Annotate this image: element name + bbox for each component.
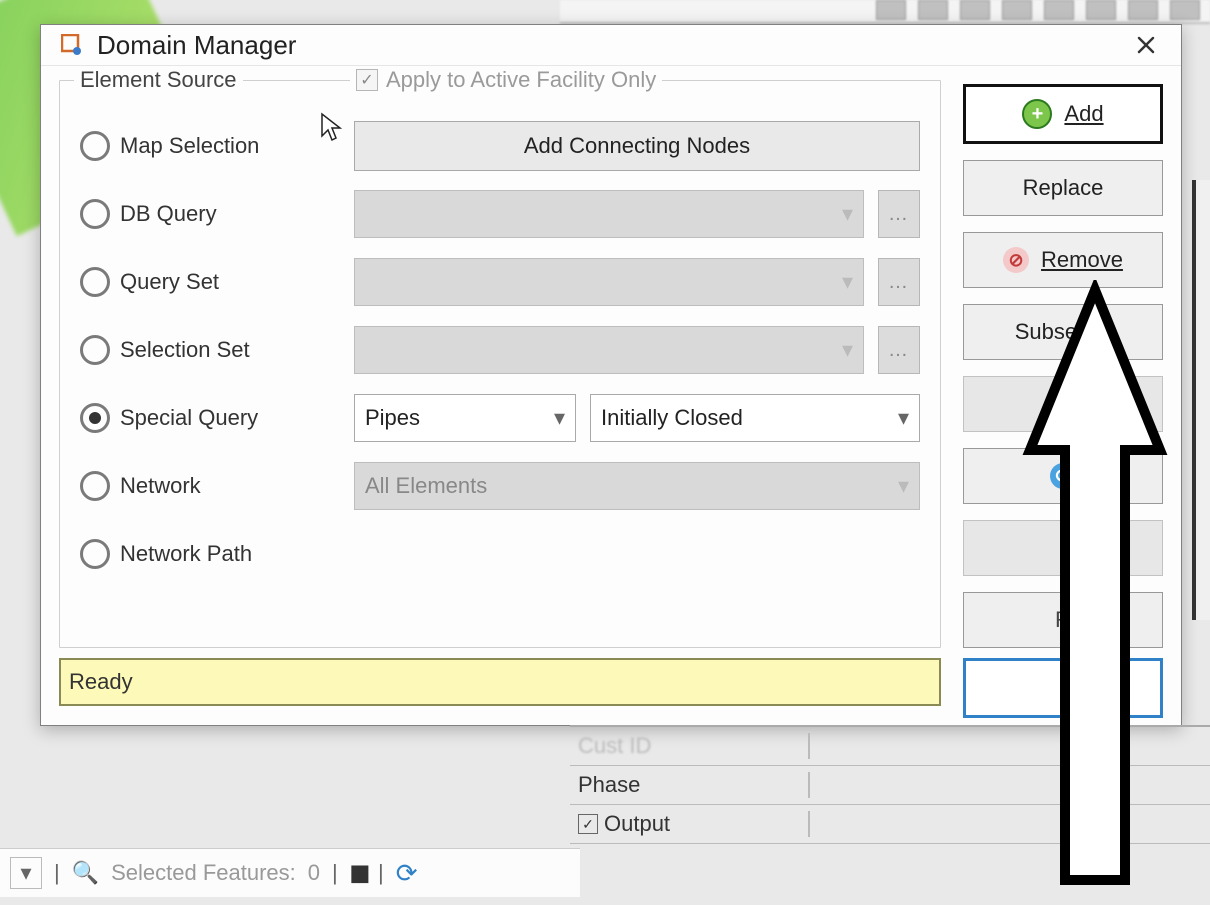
db-query-combo: ▾ (354, 190, 864, 238)
radio-map-selection[interactable]: Map Selection (80, 131, 340, 161)
app-status-bar: ▾ | 🔍 Selected Features: 0 | ▮▮ | ⟳ (0, 848, 580, 897)
dialog-title: Domain Manager (97, 30, 296, 61)
combo-value: All Elements (365, 473, 487, 499)
checkbox-icon: ✓ (356, 69, 378, 91)
radio-icon (80, 131, 110, 161)
radio-label: DB Query (120, 201, 217, 227)
property-row-cust-id[interactable]: Cust ID (570, 727, 1210, 766)
radio-label: Special Query (120, 405, 258, 431)
button-label: R (1055, 607, 1071, 633)
radio-selection-set[interactable]: Selection Set (80, 335, 340, 365)
properties-panel: Cust ID Phase ✓ Output (570, 725, 1210, 844)
button-label: Remove (1041, 247, 1123, 272)
chevron-down-icon: ▾ (842, 337, 853, 363)
radio-label: Selection Set (120, 337, 250, 363)
add-connecting-nodes-button[interactable]: Add Connecting Nodes (354, 121, 920, 171)
minus-icon: ⊘ (1003, 247, 1029, 273)
apply-active-facility-checkbox: ✓ Apply to Active Facility Only (350, 67, 662, 93)
refresh-icon: ⟳ (1050, 463, 1076, 489)
radio-icon (80, 403, 110, 433)
selected-features-label: Selected Features: (111, 860, 296, 886)
button-label: Subselect (1015, 319, 1112, 345)
radio-label: Map Selection (120, 133, 259, 159)
radio-network[interactable]: Network (80, 471, 340, 501)
radio-special-query[interactable]: Special Query (80, 403, 340, 433)
combo-value: Initially Closed (601, 405, 743, 431)
property-label: Output (604, 811, 670, 837)
refresh-icon[interactable]: ⟳ (396, 858, 418, 889)
radio-label: Network Path (120, 541, 252, 567)
special-query-condition-combo[interactable]: Initially Closed ▾ (590, 394, 920, 442)
apply-active-facility-label: Apply to Active Facility Only (386, 67, 656, 93)
special-query-type-combo[interactable]: Pipes ▾ (354, 394, 576, 442)
plus-icon: + (1022, 99, 1052, 129)
radio-query-set[interactable]: Query Set (80, 267, 340, 297)
dialog-status-bar: Ready (59, 658, 941, 706)
radio-icon (80, 267, 110, 297)
radio-icon (80, 199, 110, 229)
radio-network-path[interactable]: Network Path (80, 539, 340, 569)
radio-icon (80, 471, 110, 501)
property-label: Phase (578, 772, 640, 798)
dialog-body: Element Source ✓ Apply to Active Facilit… (41, 66, 1181, 658)
chevron-down-icon: ▾ (842, 201, 853, 227)
action-buttons-column: + Add Replace ⊘ Remove Subselect ⟳ R (963, 80, 1163, 648)
selection-set-combo: ▾ (354, 326, 864, 374)
radio-icon (80, 539, 110, 569)
checkbox-icon[interactable]: ✓ (578, 814, 598, 834)
replace-button[interactable]: Replace (963, 160, 1163, 216)
add-button[interactable]: + Add (963, 84, 1163, 144)
radio-db-query[interactable]: DB Query (80, 199, 340, 229)
button-label: Add Connecting Nodes (524, 133, 750, 159)
zoom-selected-icon[interactable]: 🔍 (72, 860, 99, 886)
chevron-down-icon: ▾ (898, 405, 909, 431)
refresh-button[interactable]: ⟳ (963, 448, 1163, 504)
selected-features-count: 0 (308, 860, 320, 886)
close-button[interactable] (1123, 25, 1169, 65)
element-source-group: Element Source ✓ Apply to Active Facilit… (59, 80, 941, 648)
network-combo: All Elements ▾ (354, 462, 920, 510)
side-panel-edge (1192, 180, 1210, 620)
remove-button[interactable]: ⊘ Remove (963, 232, 1163, 288)
status-text: Ready (69, 669, 133, 695)
action-button-blank-1[interactable] (963, 376, 1163, 432)
property-row-output[interactable]: ✓ Output (570, 805, 1210, 844)
combo-value: Pipes (365, 405, 420, 431)
button-label: Replace (1023, 175, 1104, 201)
chevron-down-icon: ▾ (898, 473, 909, 499)
property-row-phase[interactable]: Phase (570, 766, 1210, 805)
chevron-down-icon: ▾ (554, 405, 565, 431)
dialog-titlebar[interactable]: Domain Manager (41, 25, 1181, 66)
query-set-combo: ▾ (354, 258, 864, 306)
main-toolbar (560, 0, 1210, 24)
dialog-close-button[interactable] (963, 658, 1163, 718)
group-legend: Element Source (74, 67, 243, 93)
radio-label: Network (120, 473, 201, 499)
db-query-browse-button: … (878, 190, 920, 238)
status-dropdown[interactable]: ▾ (10, 857, 42, 889)
radio-icon (80, 335, 110, 365)
domain-manager-icon (61, 34, 83, 56)
action-button-partial[interactable]: R (963, 592, 1163, 648)
button-label: Add (1064, 101, 1103, 126)
selection-set-browse-button: … (878, 326, 920, 374)
property-label: Cust ID (578, 733, 651, 759)
pause-icon[interactable]: ▮▮ (350, 860, 366, 886)
query-set-browse-button: … (878, 258, 920, 306)
radio-label: Query Set (120, 269, 219, 295)
action-button-blank-2[interactable] (963, 520, 1163, 576)
subselect-button[interactable]: Subselect (963, 304, 1163, 360)
domain-manager-dialog: Domain Manager Element Source ✓ Apply to… (40, 24, 1182, 726)
chevron-down-icon: ▾ (842, 269, 853, 295)
